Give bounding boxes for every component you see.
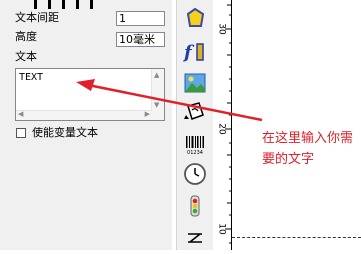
annotation-arrow-icon — [76, 79, 263, 122]
annotation-text: 在这里输入你需要的文字 — [262, 131, 354, 167]
